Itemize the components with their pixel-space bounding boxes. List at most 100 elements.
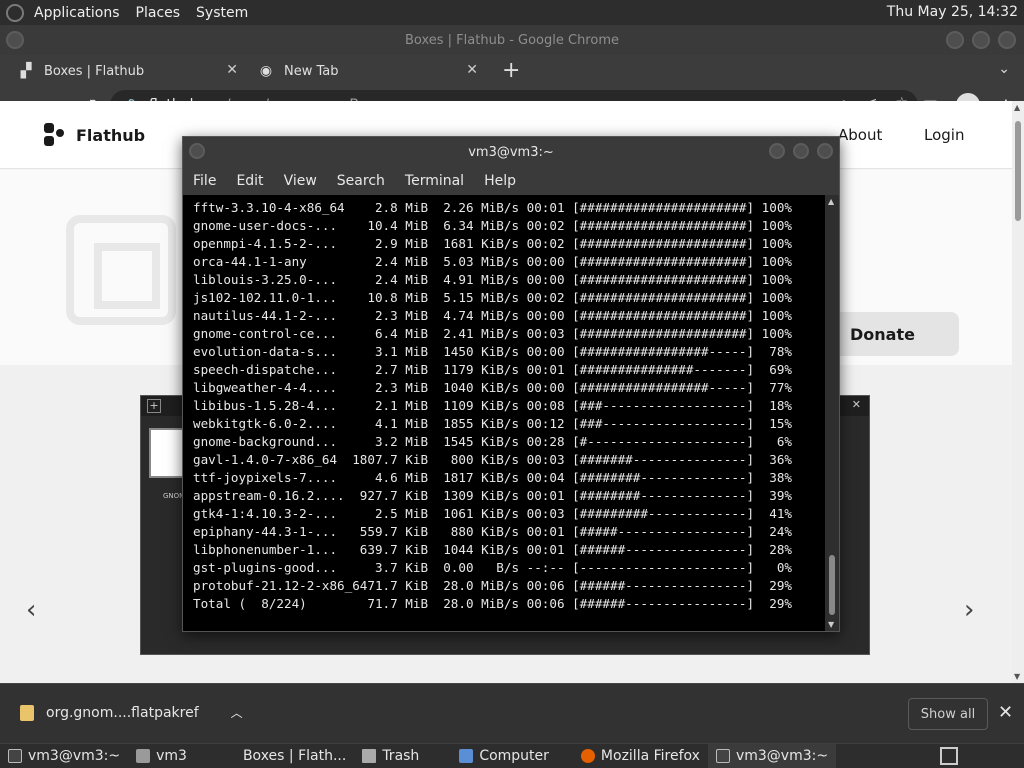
download-item[interactable]: org.gnom....flatpakref ︿: [20, 704, 243, 721]
flathub-logo[interactable]: Flathub: [44, 123, 145, 147]
tab-title: New Tab: [284, 63, 339, 79]
scrollbar-thumb[interactable]: [1015, 121, 1021, 221]
terminal-menu-view[interactable]: View: [284, 173, 317, 189]
tab-new-tab[interactable]: ◉ New Tab ✕: [248, 55, 488, 87]
terminal-line: epiphany-44.3-1-... 559.7 KiB 880 KiB/s …: [193, 524, 792, 539]
terminal-maximize-button[interactable]: [793, 143, 809, 159]
terminal-line: gst-plugins-good... 3.7 KiB 0.00 B/s --:…: [193, 560, 792, 575]
nav-about-link[interactable]: About: [838, 126, 882, 144]
terminal-menu-terminal[interactable]: Terminal: [405, 173, 464, 189]
brand-name: Flathub: [76, 125, 146, 145]
terminal-line: fftw-3.3.10-4-x86_64 2.8 MiB 2.26 MiB/s …: [193, 200, 792, 215]
scroll-down-icon[interactable]: ▼: [828, 620, 834, 629]
window-menu-icon[interactable]: [6, 31, 24, 49]
tab-strip: ▞ Boxes | Flathub ✕ ◉ New Tab ✕ + ⌄: [0, 55, 1024, 87]
terminal-titlebar[interactable]: vm3@vm3:~: [183, 137, 839, 167]
taskbar-label: vm3@vm3:~: [28, 748, 121, 764]
tab-search-chevron-icon[interactable]: ⌄: [998, 61, 1010, 77]
terminal-line: gnome-background... 3.2 MiB 1545 KiB/s 0…: [193, 434, 792, 449]
menu-applications[interactable]: Applications: [34, 5, 120, 21]
close-window-button[interactable]: [998, 31, 1016, 49]
scroll-up-icon[interactable]: ▲: [828, 197, 834, 206]
terminal-close-button[interactable]: [817, 143, 833, 159]
terminal-line: ttf-joypixels-7.... 4.6 MiB 1817 KiB/s 0…: [193, 470, 792, 485]
clock[interactable]: Thu May 25, 14:32: [887, 4, 1018, 20]
close-download-shelf-icon[interactable]: ✕: [998, 702, 1013, 723]
file-icon: [20, 704, 34, 721]
boxes-app-icon: [66, 215, 176, 325]
window-titlebar[interactable]: Boxes | Flathub - Google Chrome: [0, 25, 1024, 55]
folder-icon: [136, 749, 151, 763]
terminal-icon: [8, 749, 22, 763]
minimize-button[interactable]: [946, 31, 964, 49]
terminal-menu-file[interactable]: File: [193, 173, 216, 189]
taskbar-item-terminal[interactable]: vm3@vm3:~: [0, 744, 128, 768]
taskbar-item-folder[interactable]: vm3: [128, 744, 195, 768]
carousel-prev-icon[interactable]: ‹: [26, 595, 36, 625]
taskbar-item-terminal-active[interactable]: vm3@vm3:~: [707, 743, 837, 768]
close-tab-icon[interactable]: ✕: [466, 62, 478, 78]
terminal-menu-search[interactable]: Search: [337, 173, 385, 189]
terminal-menu-edit[interactable]: Edit: [236, 173, 263, 189]
terminal-line: gnome-user-docs-... 10.4 MiB 6.34 MiB/s …: [193, 218, 792, 233]
terminal-line: protobuf-21.12-2-x86_6471.7 KiB 28.0 MiB…: [193, 578, 792, 593]
terminal-minimize-button[interactable]: [769, 143, 785, 159]
terminal-title: vm3@vm3:~: [468, 144, 554, 160]
scroll-up-icon[interactable]: ▲: [1014, 103, 1020, 112]
close-icon: ✕: [851, 398, 861, 411]
terminal-line: webkitgtk-6.0-2.... 4.1 MiB 1855 KiB/s 0…: [193, 416, 792, 431]
terminal-line: gtk4-1:4.10.3-2-... 2.5 MiB 1061 KiB/s 0…: [193, 506, 792, 521]
trash-icon: [362, 749, 377, 763]
taskbar-item-trash[interactable]: Trash: [354, 744, 427, 768]
terminal-scrollbar-thumb[interactable]: [829, 555, 835, 615]
show-all-button[interactable]: Show all: [908, 698, 988, 730]
tab-boxes-flathub[interactable]: ▞ Boxes | Flathub ✕: [8, 55, 248, 87]
page-scrollbar[interactable]: ▲ ▼: [1012, 101, 1024, 683]
download-file-name: org.gnom....flatpakref: [46, 704, 199, 721]
terminal-line: nautilus-44.1-2-... 2.3 MiB 4.74 MiB/s 0…: [193, 308, 792, 323]
terminal-line: appstream-0.16.2.... 927.7 KiB 1309 KiB/…: [193, 488, 792, 503]
carousel-next-icon[interactable]: ›: [964, 595, 974, 625]
terminal-line: speech-dispatche... 2.7 MiB 1179 KiB/s 0…: [193, 362, 792, 377]
terminal-window-controls: [769, 143, 833, 159]
flathub-favicon-icon: ▞: [20, 63, 32, 79]
maximize-button[interactable]: [972, 31, 990, 49]
chevron-up-icon[interactable]: ︿: [231, 704, 243, 721]
taskbar-item-chrome[interactable]: Boxes | Flath...: [235, 744, 354, 768]
show-desktop-icon[interactable]: [940, 747, 958, 765]
new-tab-button[interactable]: +: [502, 60, 520, 82]
window-controls: [946, 31, 1016, 49]
taskbar-item-computer[interactable]: Computer: [451, 744, 557, 768]
terminal-line: libibus-1.5.28-4... 2.1 MiB 1109 KiB/s 0…: [193, 398, 792, 413]
menu-places[interactable]: Places: [136, 5, 181, 21]
terminal-line: evolution-data-s... 3.1 MiB 1450 KiB/s 0…: [193, 344, 792, 359]
terminal-line: js102-102.11.0-1... 10.8 MiB 5.15 MiB/s …: [193, 290, 792, 305]
taskbar-label: vm3: [156, 748, 187, 764]
taskbar-item-firefox[interactable]: Mozilla Firefox: [573, 744, 708, 768]
computer-icon: [459, 749, 474, 763]
taskbar-label: Trash: [382, 748, 420, 764]
terminal-line: Total ( 8/224) 71.7 MiB 28.0 MiB/s 00:06…: [193, 596, 792, 611]
terminal-menubar: File Edit View Search Terminal Help: [183, 167, 839, 195]
terminal-window-menu-icon[interactable]: [189, 143, 205, 159]
tab-title: Boxes | Flathub: [44, 63, 145, 79]
donate-button[interactable]: Donate: [834, 312, 959, 356]
gnome-logo-icon[interactable]: [6, 3, 24, 22]
nav-login-link[interactable]: Login: [924, 126, 964, 144]
scroll-down-icon[interactable]: ▼: [1014, 672, 1020, 681]
panel-menu: Applications Places System: [34, 5, 248, 21]
close-tab-icon[interactable]: ✕: [226, 62, 238, 78]
firefox-icon: [580, 749, 595, 763]
menu-system[interactable]: System: [196, 5, 248, 21]
terminal-scrollbar[interactable]: ▲ ▼: [825, 195, 839, 631]
terminal-window[interactable]: vm3@vm3:~ File Edit View Search Terminal…: [182, 136, 840, 632]
chrome-favicon-icon: ◉: [259, 63, 273, 79]
taskbar-label: vm3@vm3:~: [735, 748, 829, 764]
taskbar-label: Computer: [479, 748, 549, 764]
terminal-menu-help[interactable]: Help: [484, 173, 516, 189]
terminal-line: liblouis-3.25.0-... 2.4 MiB 4.91 MiB/s 0…: [193, 272, 792, 287]
terminal-output[interactable]: fftw-3.3.10-4-x86_64 2.8 MiB 2.26 MiB/s …: [183, 195, 827, 631]
terminal-icon: [715, 749, 730, 763]
bottom-taskbar: vm3@vm3:~ vm3 Boxes | Flath... Trash Com…: [0, 743, 1024, 768]
terminal-line: libgweather-4-4.... 2.3 MiB 1040 KiB/s 0…: [193, 380, 792, 395]
